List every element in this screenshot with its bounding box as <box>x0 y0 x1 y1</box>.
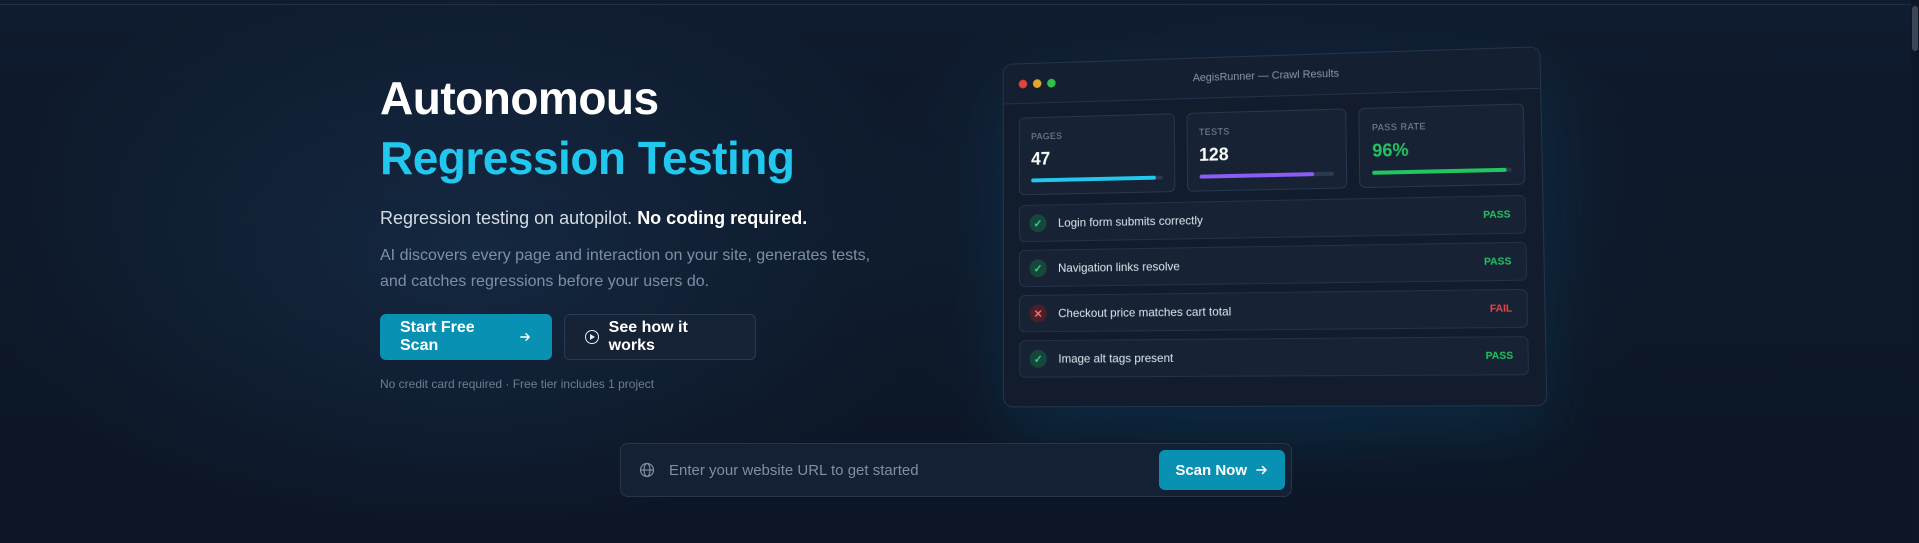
stat-progress-fill <box>1372 167 1507 175</box>
arrow-right-icon <box>520 333 530 341</box>
headline-line-2: Regression Testing <box>380 132 795 184</box>
stat-progress-bar <box>1199 171 1335 179</box>
check-icon: ✓ <box>1029 214 1047 233</box>
hero-headline: Autonomous Regression Testing <box>380 68 900 188</box>
stat-value: 96% <box>1372 139 1409 161</box>
status-badge: PASS <box>1483 255 1512 268</box>
scan-now-label: Scan Now <box>1175 461 1247 479</box>
scrollbar-thumb[interactable] <box>1912 6 1918 51</box>
stat-label: TESTS <box>1198 126 1230 138</box>
stat-value: 47 <box>1031 148 1051 169</box>
hero-section: Autonomous Regression Testing Regression… <box>380 68 900 391</box>
scan-now-button[interactable]: Scan Now <box>1159 450 1285 490</box>
arrow-right-icon <box>1256 465 1267 475</box>
tagline-bold: No coding required. <box>637 208 808 228</box>
test-result-row[interactable]: ✕ Checkout price matches cart total FAIL <box>1019 288 1529 333</box>
globe-icon <box>639 462 655 478</box>
test-name: Checkout price matches cart total <box>1058 304 1232 321</box>
see-how-it-works-label: See how it works <box>608 319 688 354</box>
cta-row: Start Free Scan See how it works <box>380 314 756 360</box>
stat-card-pass-rate: PASS RATE 96% <box>1358 103 1526 189</box>
test-name: Login form submits correctly <box>1057 213 1204 230</box>
check-icon: ✓ <box>1029 349 1047 368</box>
test-result-row[interactable]: ✓ Image alt tags present PASS <box>1019 336 1530 378</box>
app-preview-window: AegisRunner — Crawl Results PAGES 47 TES… <box>1002 46 1548 408</box>
x-icon: ✕ <box>1029 304 1047 323</box>
headline-line-1: Autonomous <box>380 72 659 124</box>
test-name: Navigation links resolve <box>1058 259 1180 275</box>
stat-progress-bar <box>1372 167 1512 175</box>
stat-progress-fill <box>1199 172 1314 179</box>
test-name: Image alt tags present <box>1058 350 1174 366</box>
test-result-row[interactable]: ✓ Navigation links resolve PASS <box>1019 241 1528 288</box>
start-free-scan-label: Start Free Scan <box>400 319 475 354</box>
stat-label: PASS RATE <box>1371 121 1427 133</box>
stat-label: PAGES <box>1031 130 1063 142</box>
stats-row: PAGES 47 TESTS 128 PASS RATE 96% <box>1004 89 1543 206</box>
website-url-input[interactable] <box>667 460 1160 480</box>
status-badge: FAIL <box>1489 302 1513 315</box>
status-badge: PASS <box>1485 350 1514 362</box>
stat-value: 128 <box>1199 144 1229 165</box>
window-title: AegisRunner — Crawl Results <box>1192 67 1340 85</box>
tagline-plain: Regression testing on autopilot. <box>380 208 633 228</box>
stat-progress-fill <box>1031 175 1156 183</box>
status-badge: PASS <box>1483 208 1511 221</box>
see-how-it-works-button[interactable]: See how it works <box>564 314 756 360</box>
test-results-list: ✓ Login form submits correctly PASS ✓ Na… <box>1004 194 1546 378</box>
scrollbar[interactable] <box>1911 0 1919 543</box>
stat-card-tests: TESTS 128 <box>1186 108 1348 192</box>
hero-tagline: Regression testing on autopilot. No codi… <box>380 208 900 229</box>
cta-fineprint: No credit card required · Free tier incl… <box>380 377 655 391</box>
stat-progress-bar <box>1031 175 1163 183</box>
top-border <box>0 4 1919 5</box>
play-circle-icon <box>585 330 599 344</box>
url-scan-bar: Scan Now <box>620 443 1292 497</box>
check-icon: ✓ <box>1029 259 1047 278</box>
hero-description: AI discovers every page and interaction … <box>380 247 871 290</box>
stat-card-pages: PAGES 47 <box>1018 113 1176 196</box>
start-free-scan-button[interactable]: Start Free Scan <box>380 314 552 360</box>
